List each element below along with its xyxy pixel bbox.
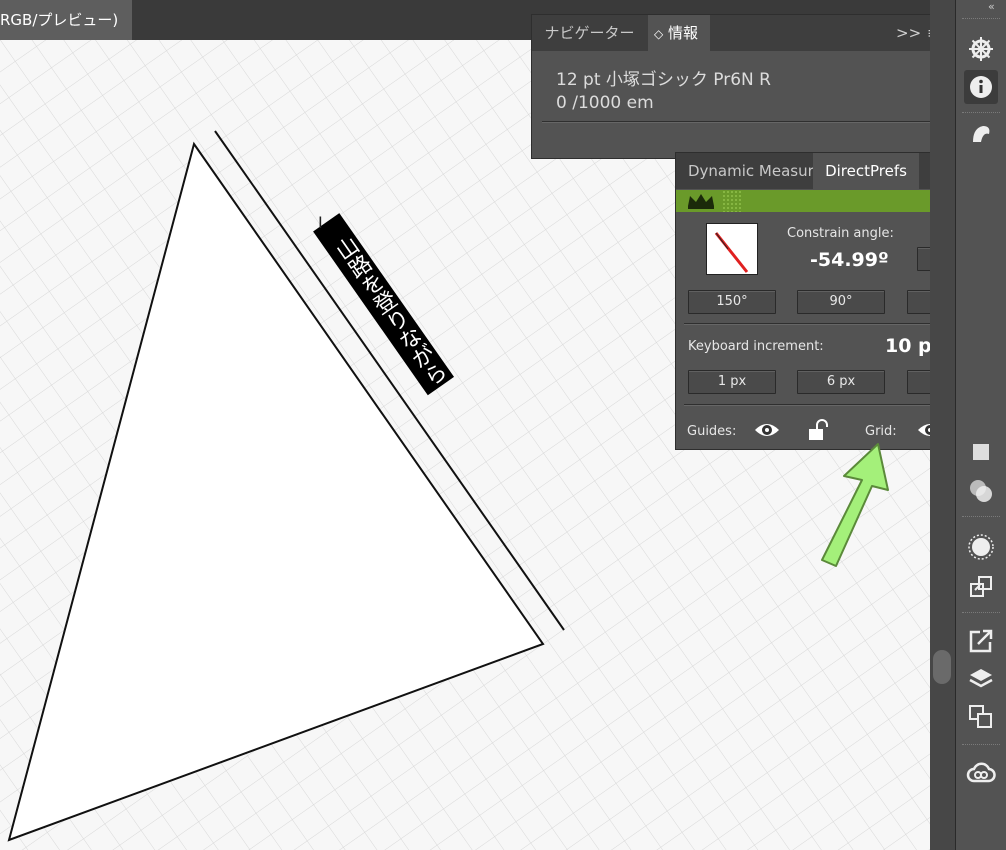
font-info-line: 12 pt 小塚ゴシック Pr6N R bbox=[556, 70, 771, 90]
dock-collapse-button[interactable]: « bbox=[988, 0, 995, 13]
tab-info-prefix: ◇ bbox=[654, 27, 664, 41]
tab-info[interactable]: ◇ 情報 bbox=[648, 15, 710, 51]
keyboard-increment-label: Keyboard increment: bbox=[688, 339, 824, 354]
crown-icon bbox=[688, 194, 714, 209]
dock-export[interactable] bbox=[964, 624, 998, 658]
dock-artboards[interactable] bbox=[964, 700, 998, 734]
right-icon-dock: « bbox=[955, 0, 1006, 850]
document-tab[interactable]: RGB/プレビュー) bbox=[0, 0, 133, 40]
angle-150-button[interactable]: 150° bbox=[688, 290, 776, 314]
export-icon bbox=[969, 629, 993, 653]
transform-icon bbox=[970, 576, 992, 597]
dock-scroll-handle[interactable] bbox=[933, 650, 951, 684]
swatch-icon bbox=[973, 444, 989, 460]
wheel-icon bbox=[969, 37, 993, 61]
dock-divider bbox=[962, 18, 1000, 21]
angle-value: -54.99º bbox=[810, 249, 889, 271]
info-panel: ナビゲーター ◇ 情報 >> ≡ 12 pt 小塚ゴシック Pr6N R 0 /… bbox=[531, 14, 955, 159]
dock-transparency[interactable] bbox=[964, 474, 998, 508]
constrain-angle-label: Constrain angle: bbox=[787, 226, 894, 241]
angle-90-button[interactable]: 90° bbox=[797, 290, 885, 314]
tab-directprefs[interactable]: DirectPrefs bbox=[813, 153, 919, 189]
texture-pattern bbox=[722, 190, 742, 212]
dock-character[interactable] bbox=[964, 120, 998, 144]
info-divider bbox=[542, 121, 944, 123]
tab-navigator[interactable]: ナビゲーター bbox=[532, 15, 647, 51]
green-arrow-annotation bbox=[821, 443, 889, 567]
sun-circle-icon bbox=[968, 534, 994, 560]
dock-divider bbox=[962, 112, 1000, 115]
layers-icon bbox=[969, 669, 993, 688]
dock-layers[interactable] bbox=[964, 662, 998, 696]
dock-appearance[interactable] bbox=[964, 530, 998, 564]
dock-transform[interactable] bbox=[964, 570, 998, 604]
increment-1px-button[interactable]: 1 px bbox=[688, 370, 776, 394]
info-panel-tabs: ナビゲーター ◇ 情報 >> ≡ bbox=[532, 15, 954, 51]
character-icon bbox=[973, 126, 990, 142]
em-info-line: 0 /1000 em bbox=[556, 93, 654, 113]
grid-label: Grid: bbox=[865, 424, 897, 439]
dock-divider bbox=[962, 612, 1000, 615]
guides-label: Guides: bbox=[687, 424, 737, 439]
tab-dynamic-measure[interactable]: Dynamic Measure bbox=[688, 153, 813, 189]
dock-divider bbox=[962, 744, 1000, 747]
info-icon bbox=[970, 76, 992, 98]
increment-6px-button[interactable]: 6 px bbox=[797, 370, 885, 394]
document-tab-title: RGB/プレビュー) bbox=[0, 11, 119, 29]
dock-gutter bbox=[930, 0, 955, 850]
angle-dial-icon[interactable] bbox=[706, 223, 758, 275]
dock-info[interactable] bbox=[964, 70, 998, 104]
guides-visibility-eye-icon[interactable] bbox=[754, 421, 780, 439]
text-cursor-icon: I bbox=[318, 213, 323, 232]
dock-properties[interactable] bbox=[964, 32, 998, 66]
creative-cloud-icon bbox=[966, 762, 996, 783]
dock-divider bbox=[962, 516, 1000, 519]
expand-panel-button[interactable]: >> bbox=[896, 15, 921, 51]
dock-cc-libraries[interactable] bbox=[964, 756, 998, 790]
dock-swatch[interactable] bbox=[964, 440, 998, 464]
guides-unlock-icon[interactable] bbox=[807, 419, 829, 441]
artboards-icon bbox=[969, 705, 992, 728]
transparency-icon bbox=[970, 480, 992, 502]
